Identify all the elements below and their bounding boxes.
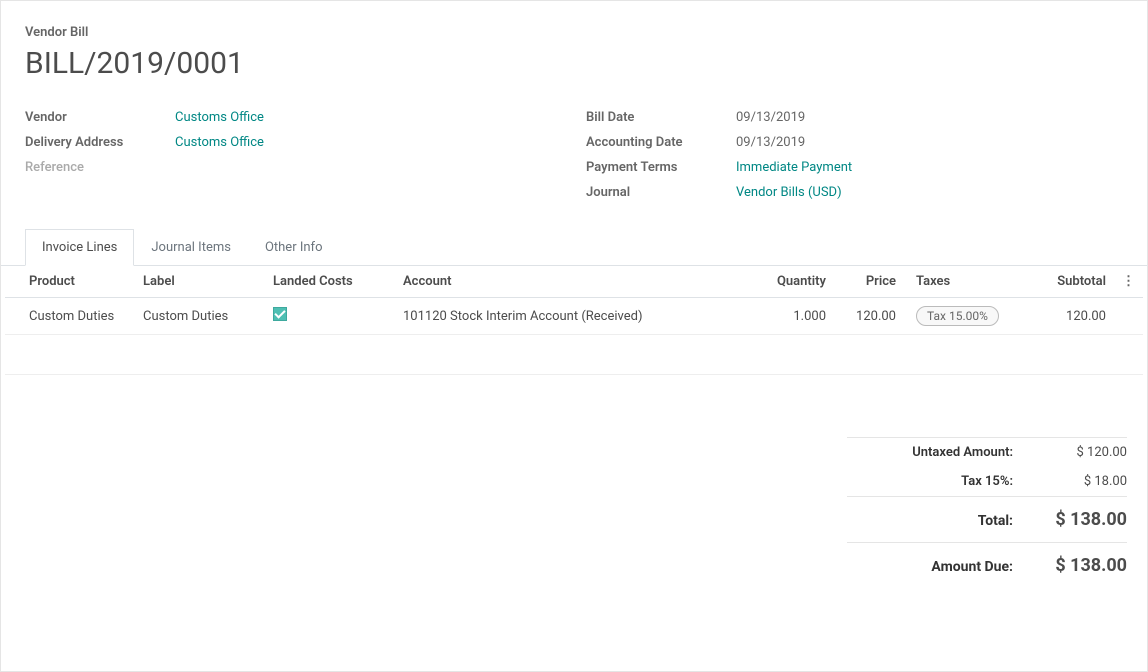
tax15-label: Tax 15%:: [847, 474, 1037, 489]
total-value: $ 138.00: [1037, 509, 1127, 530]
cell-more: [1114, 298, 1143, 335]
tax15-value: $ 18.00: [1037, 474, 1127, 489]
delivery-value[interactable]: Customs Office: [175, 135, 264, 150]
field-bill-date: Bill Date 09/13/2019: [586, 105, 1123, 130]
cell-quantity[interactable]: 1.000: [744, 298, 834, 335]
due-value: $ 138.00: [1037, 555, 1127, 576]
table-row[interactable]: Custom Duties Custom Duties 101120 Stock…: [5, 298, 1143, 335]
cell-landed-costs[interactable]: [265, 298, 395, 335]
col-subtotal: Subtotal: [1014, 266, 1114, 298]
header-fields: Vendor Customs Office Delivery Address C…: [25, 105, 1123, 205]
payment-terms-label: Payment Terms: [586, 160, 736, 175]
document-type-label: Vendor Bill: [25, 25, 1123, 40]
due-label: Amount Due:: [847, 555, 1037, 576]
more-columns-icon[interactable]: ⋮: [1122, 274, 1135, 289]
col-price: Price: [834, 266, 904, 298]
payment-terms-value[interactable]: Immediate Payment: [736, 160, 852, 175]
field-accounting-date: Accounting Date 09/13/2019: [586, 130, 1123, 155]
total-tax15: Tax 15%: $ 18.00: [847, 467, 1127, 496]
accounting-date-value[interactable]: 09/13/2019: [736, 135, 805, 150]
col-label: Label: [135, 266, 265, 298]
checkbox-icon[interactable]: [273, 307, 287, 321]
cell-label[interactable]: Custom Duties: [135, 298, 265, 335]
col-taxes: Taxes: [904, 266, 1014, 298]
field-reference: Reference: [25, 155, 562, 180]
delivery-label: Delivery Address: [25, 135, 175, 150]
right-column: Bill Date 09/13/2019 Accounting Date 09/…: [586, 105, 1123, 205]
bill-date-value[interactable]: 09/13/2019: [736, 110, 805, 125]
totals-panel: Untaxed Amount: $ 120.00 Tax 15%: $ 18.0…: [847, 437, 1147, 588]
field-payment-terms: Payment Terms Immediate Payment: [586, 155, 1123, 180]
accounting-date-label: Accounting Date: [586, 135, 736, 150]
col-product: Product: [5, 266, 135, 298]
untaxed-label: Untaxed Amount:: [847, 445, 1037, 460]
document-title: BILL/2019/0001: [25, 46, 1123, 81]
col-more: ⋮: [1114, 266, 1143, 298]
tax-badge[interactable]: Tax 15.00%: [916, 306, 999, 326]
cell-account[interactable]: 101120 Stock Interim Account (Received): [395, 298, 744, 335]
cell-price[interactable]: 120.00: [834, 298, 904, 335]
field-journal: Journal Vendor Bills (USD): [586, 180, 1123, 205]
total-untaxed: Untaxed Amount: $ 120.00: [847, 437, 1127, 467]
total-label: Total:: [847, 509, 1037, 530]
col-account: Account: [395, 266, 744, 298]
table-empty-row: [5, 335, 1143, 375]
vendor-label: Vendor: [25, 110, 175, 125]
total-grand: Total: $ 138.00: [847, 496, 1127, 542]
field-delivery-address: Delivery Address Customs Office: [25, 130, 562, 155]
bill-date-label: Bill Date: [586, 110, 736, 125]
left-column: Vendor Customs Office Delivery Address C…: [25, 105, 562, 205]
cell-product[interactable]: Custom Duties: [5, 298, 135, 335]
untaxed-value: $ 120.00: [1037, 445, 1127, 460]
col-quantity: Quantity: [744, 266, 834, 298]
table-header-row: Product Label Landed Costs Account Quant…: [5, 266, 1143, 298]
journal-value[interactable]: Vendor Bills (USD): [736, 185, 842, 200]
tab-other-info[interactable]: Other Info: [248, 229, 340, 266]
invoice-lines-table: Product Label Landed Costs Account Quant…: [5, 266, 1143, 375]
tab-invoice-lines[interactable]: Invoice Lines: [25, 229, 134, 266]
journal-label: Journal: [586, 185, 736, 200]
cell-subtotal[interactable]: 120.00: [1014, 298, 1114, 335]
vendor-value[interactable]: Customs Office: [175, 110, 264, 125]
field-vendor: Vendor Customs Office: [25, 105, 562, 130]
total-amount-due: Amount Due: $ 138.00: [847, 542, 1127, 588]
col-landed-costs: Landed Costs: [265, 266, 395, 298]
tab-bar: Invoice Lines Journal Items Other Info: [1, 229, 1147, 266]
reference-label: Reference: [25, 160, 175, 175]
vendor-bill-sheet: Vendor Bill BILL/2019/0001 Vendor Custom…: [0, 0, 1148, 672]
cell-taxes[interactable]: Tax 15.00%: [904, 298, 1014, 335]
tab-journal-items[interactable]: Journal Items: [134, 229, 248, 266]
